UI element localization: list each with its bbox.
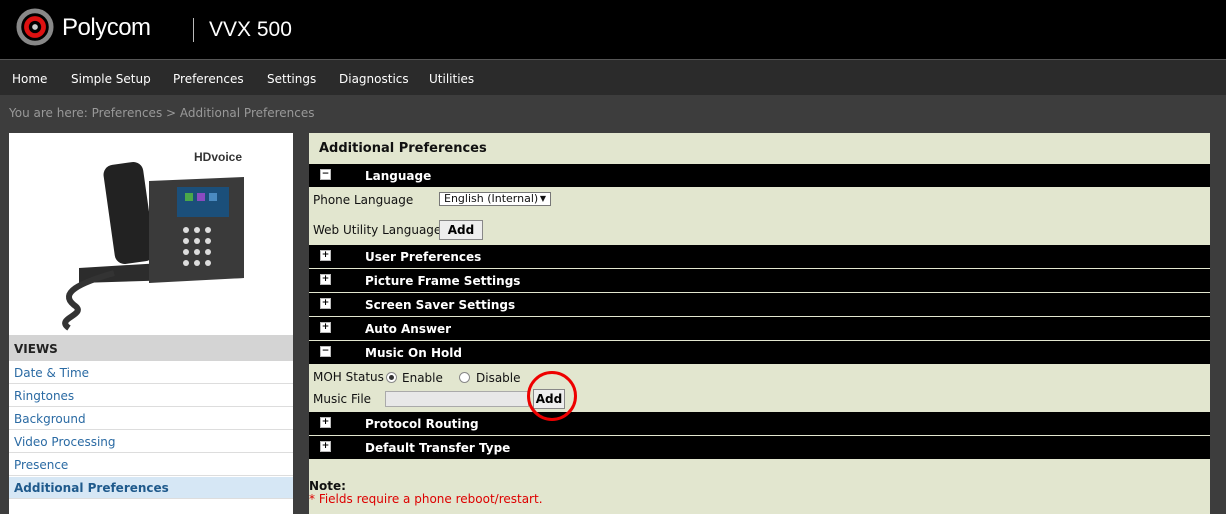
expand-icon[interactable]: + [320,441,331,452]
view-presence[interactable]: Presence [9,454,293,476]
collapse-icon[interactable]: − [320,169,331,180]
music-file-input[interactable] [385,391,529,407]
section-screen-saver[interactable]: + Screen Saver Settings [309,293,1210,316]
web-language-add-button[interactable]: Add [439,220,483,240]
phone-language-label: Phone Language [313,193,414,207]
phone-language-select[interactable]: English (Internal) ▼ [439,192,551,206]
section-label: Auto Answer [365,322,452,336]
music-file-label: Music File [313,392,372,406]
view-video-processing[interactable]: Video Processing [9,431,293,453]
view-date-time[interactable]: Date & Time [9,362,293,384]
sidebar: HDvoice VIEWS Date & Time Ringtones Back… [9,133,293,514]
main-nav: Home Simple Setup Preferences Settings D… [0,59,1226,95]
expand-icon[interactable]: + [320,250,331,261]
section-label: Music On Hold [365,346,462,360]
page-title: Additional Preferences [319,141,487,156]
breadcrumb: You are here: Preferences > Additional P… [9,106,315,120]
expand-icon[interactable]: + [320,298,331,309]
main-panel: Additional Preferences − Language Phone … [309,133,1210,514]
hdvoice-badge: HDvoice [194,150,242,164]
section-protocol-routing[interactable]: + Protocol Routing [309,412,1210,435]
section-label: Protocol Routing [365,417,479,431]
annotation-circle [527,371,577,421]
phone-image: HDvoice [62,150,244,331]
moh-enable-radio[interactable] [386,372,397,383]
section-default-transfer-type[interactable]: + Default Transfer Type [309,436,1210,459]
view-ringtones[interactable]: Ringtones [9,385,293,407]
polycom-logo-icon [16,8,54,46]
note-label: Note: [309,479,346,493]
header-divider [193,18,194,42]
section-picture-frame[interactable]: + Picture Frame Settings [309,269,1210,292]
section-language[interactable]: − Language [309,164,1210,187]
header-bar: Polycom VVX 500 [0,0,1226,59]
nav-preferences[interactable]: Preferences [173,72,244,86]
section-label: Default Transfer Type [365,441,511,455]
section-label: Picture Frame Settings [365,274,521,288]
section-music-on-hold[interactable]: − Music On Hold [309,341,1210,364]
collapse-icon[interactable]: − [320,346,331,357]
moh-disable-label: Disable [476,371,521,385]
nav-settings[interactable]: Settings [267,72,316,86]
view-additional-preferences[interactable]: Additional Preferences [9,477,293,499]
expand-icon[interactable]: + [320,417,331,428]
moh-disable-radio[interactable] [459,372,470,383]
section-label: Language [365,169,432,183]
dropdown-arrow-icon: ▼ [539,194,546,203]
view-background[interactable]: Background [9,408,293,430]
model-name: VVX 500 [209,18,292,41]
nav-simple-setup[interactable]: Simple Setup [71,72,151,86]
section-label: User Preferences [365,250,482,264]
nav-diagnostics[interactable]: Diagnostics [339,72,409,86]
section-auto-answer[interactable]: + Auto Answer [309,317,1210,340]
nav-utilities[interactable]: Utilities [429,72,474,86]
moh-status-label: MOH Status [313,370,384,384]
moh-enable-label: Enable [402,371,443,385]
section-label: Screen Saver Settings [365,298,516,312]
expand-icon[interactable]: + [320,274,331,285]
views-heading: VIEWS [9,335,293,361]
section-user-preferences[interactable]: + User Preferences [309,245,1210,268]
expand-icon[interactable]: + [320,322,331,333]
web-utility-language-label: Web Utility Language [313,223,442,237]
nav-home[interactable]: Home [12,72,47,86]
note-text: * Fields require a phone reboot/restart. [309,492,543,506]
brand-name: Polycom [62,14,151,41]
